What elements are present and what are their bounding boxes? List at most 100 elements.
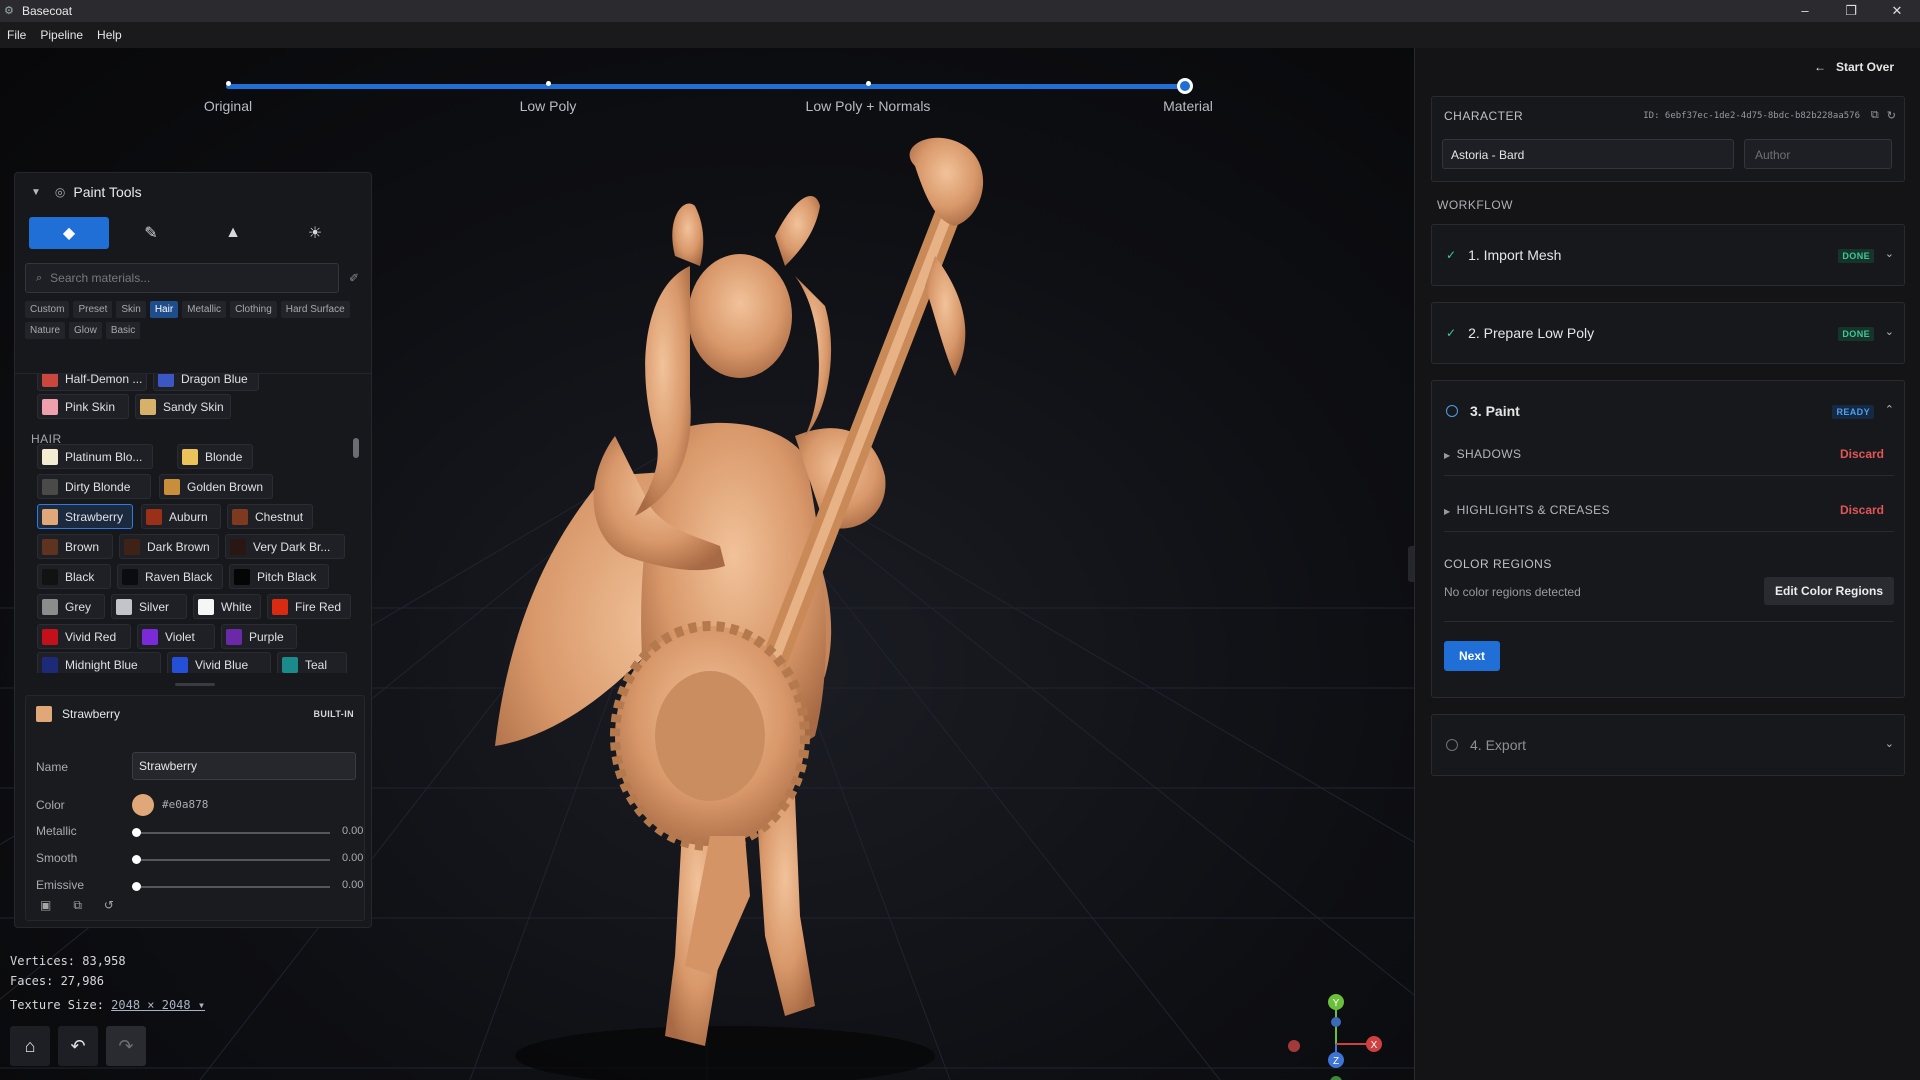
- material-list-scrollbar[interactable]: [353, 438, 359, 458]
- chip-hard-surface[interactable]: Hard Surface: [280, 301, 350, 318]
- chip-nature[interactable]: Nature: [25, 322, 66, 339]
- step-import-mesh[interactable]: ✓ 1. Import Mesh DONE ⌄: [1431, 224, 1905, 286]
- texture-size-select[interactable]: 2048 × 2048 ▾: [111, 998, 205, 1012]
- highlights-row[interactable]: ▶ HIGHLIGHTS & CREASES Discard: [1444, 503, 1892, 517]
- chevron-down-icon[interactable]: ⌄: [1885, 247, 1894, 260]
- restore-icon[interactable]: ❐: [1828, 0, 1874, 22]
- emissive-slider[interactable]: [132, 882, 330, 891]
- material-button-silver[interactable]: Silver: [111, 594, 187, 619]
- chip-custom[interactable]: Custom: [25, 301, 70, 318]
- material-button[interactable]: Sandy Skin: [135, 394, 231, 419]
- material-button-purple[interactable]: Purple: [221, 624, 297, 649]
- material-button-very-dark-br[interactable]: Very Dark Br...: [225, 534, 345, 559]
- undo-button[interactable]: ↶: [58, 1026, 98, 1066]
- slider-knob[interactable]: [132, 882, 141, 891]
- pipeline-step-dot[interactable]: [226, 81, 231, 86]
- slider-knob[interactable]: [132, 855, 141, 864]
- chip-basic[interactable]: Basic: [105, 322, 141, 339]
- chevron-up-icon[interactable]: ⌃: [1885, 403, 1894, 416]
- home-button[interactable]: ⌂: [10, 1026, 50, 1066]
- smooth-slider[interactable]: [132, 855, 330, 864]
- next-button[interactable]: Next: [1444, 641, 1500, 671]
- discard-highlights-button[interactable]: Discard: [1840, 503, 1884, 517]
- redo-button[interactable]: ↷: [106, 1026, 146, 1066]
- light-tool-button[interactable]: ☀: [275, 217, 355, 249]
- material-button-fire-red[interactable]: Fire Red: [267, 594, 351, 619]
- panel-resize-handle[interactable]: [175, 683, 215, 686]
- character-model[interactable]: [495, 136, 995, 1080]
- pipeline-step-dot[interactable]: [546, 81, 551, 86]
- chip-preset[interactable]: Preset: [73, 301, 113, 318]
- pipeline-step-original[interactable]: Original: [204, 98, 252, 114]
- material-button[interactable]: Half-Demon ...: [37, 374, 147, 391]
- chip-metallic[interactable]: Metallic: [182, 301, 227, 318]
- slider-knob[interactable]: [132, 828, 141, 837]
- axis-neg-y-handle[interactable]: [1330, 1076, 1342, 1080]
- discard-shadows-button[interactable]: Discard: [1840, 447, 1884, 461]
- material-button-black[interactable]: Black: [37, 564, 111, 589]
- paint-tools-header[interactable]: ▼ ◎ Paint Tools: [15, 173, 371, 211]
- material-button-strawberry[interactable]: Strawberry: [37, 504, 133, 529]
- pipeline-step-current[interactable]: [1177, 78, 1193, 94]
- material-button-vivid-red[interactable]: Vivid Red: [37, 624, 131, 649]
- step-export[interactable]: 4. Export ⌄: [1431, 714, 1905, 776]
- brush-tool-button[interactable]: ✎: [111, 217, 191, 249]
- material-button-teal[interactable]: Teal: [277, 652, 347, 673]
- menu-help[interactable]: Help: [90, 28, 129, 42]
- chip-glow[interactable]: Glow: [69, 322, 102, 339]
- material-button-auburn[interactable]: Auburn: [141, 504, 221, 529]
- chip-hair[interactable]: Hair: [149, 301, 179, 318]
- eyedropper-icon[interactable]: ✐: [349, 271, 359, 285]
- stamp-tool-button[interactable]: ▲: [193, 217, 273, 249]
- step-title[interactable]: 3. Paint: [1446, 403, 1520, 419]
- menu-file[interactable]: File: [0, 28, 33, 42]
- metallic-slider[interactable]: [132, 828, 330, 837]
- reset-icon[interactable]: ↺: [104, 898, 114, 913]
- chevron-down-icon[interactable]: ⌄: [1885, 737, 1894, 750]
- material-button-white[interactable]: White: [193, 594, 261, 619]
- regenerate-icon[interactable]: ↻: [1887, 109, 1896, 122]
- duplicate-icon[interactable]: ⧉: [73, 898, 82, 913]
- author-input[interactable]: Author: [1744, 139, 1892, 169]
- material-button-dark-brown[interactable]: Dark Brown: [119, 534, 219, 559]
- character-name-input[interactable]: Astoria - Bard: [1442, 139, 1734, 169]
- material-button-grey[interactable]: Grey: [37, 594, 105, 619]
- material-button-platinum-blo[interactable]: Platinum Blo...: [37, 444, 153, 469]
- material-button-brown[interactable]: Brown: [37, 534, 113, 559]
- minimize-icon[interactable]: –: [1782, 0, 1828, 22]
- material-name-input[interactable]: Strawberry: [132, 752, 356, 780]
- material-button-golden-brown[interactable]: Golden Brown: [159, 474, 273, 499]
- chevron-down-icon[interactable]: ⌄: [1885, 325, 1894, 338]
- material-button-vivid-blue[interactable]: Vivid Blue: [167, 652, 271, 673]
- edit-color-regions-button[interactable]: Edit Color Regions: [1764, 577, 1894, 605]
- material-button-blonde[interactable]: Blonde: [177, 444, 253, 469]
- chevron-down-icon[interactable]: ▼: [31, 187, 41, 198]
- step-prepare-low-poly[interactable]: ✓ 2. Prepare Low Poly DONE ⌄: [1431, 302, 1905, 364]
- chip-clothing[interactable]: Clothing: [230, 301, 277, 318]
- material-search-input[interactable]: ⌕ Search materials...: [25, 263, 339, 293]
- pipeline-progress-track[interactable]: [226, 84, 1186, 89]
- material-button-violet[interactable]: Violet: [137, 624, 215, 649]
- pipeline-step-normals[interactable]: Low Poly + Normals: [806, 98, 931, 114]
- chip-skin[interactable]: Skin: [116, 301, 146, 318]
- material-button-dirty-blonde[interactable]: Dirty Blonde: [37, 474, 151, 499]
- save-icon[interactable]: ▣: [40, 898, 51, 913]
- axis-neg-x-handle[interactable]: [1288, 1040, 1300, 1052]
- pipeline-step-low-poly[interactable]: Low Poly: [520, 98, 577, 114]
- material-button-raven-black[interactable]: Raven Black: [117, 564, 223, 589]
- pipeline-step-dot[interactable]: [866, 81, 871, 86]
- material-button-chestnut[interactable]: Chestnut: [227, 504, 313, 529]
- pipeline-step-material[interactable]: Material: [1163, 98, 1213, 114]
- material-button[interactable]: Pink Skin: [37, 394, 129, 419]
- material-button[interactable]: Dragon Blue: [153, 374, 259, 391]
- copy-icon[interactable]: ⧉: [1871, 109, 1879, 122]
- material-list[interactable]: Half-Demon ... Dragon Blue Pink Skin San…: [15, 373, 371, 673]
- start-over-button[interactable]: ← Start Over: [1814, 60, 1894, 74]
- axis-gizmo[interactable]: Y X Z ↻: [1282, 994, 1402, 1080]
- axis-neg-z-handle[interactable]: [1331, 1017, 1341, 1027]
- 3d-viewport[interactable]: Original Low Poly Low Poly + Normals Mat…: [0, 48, 1414, 1080]
- fill-bucket-tool-button[interactable]: ◆: [29, 217, 109, 249]
- shadows-row[interactable]: ▶ SHADOWS Discard: [1444, 447, 1892, 461]
- menu-pipeline[interactable]: Pipeline: [33, 28, 90, 42]
- material-button-pitch-black[interactable]: Pitch Black: [229, 564, 329, 589]
